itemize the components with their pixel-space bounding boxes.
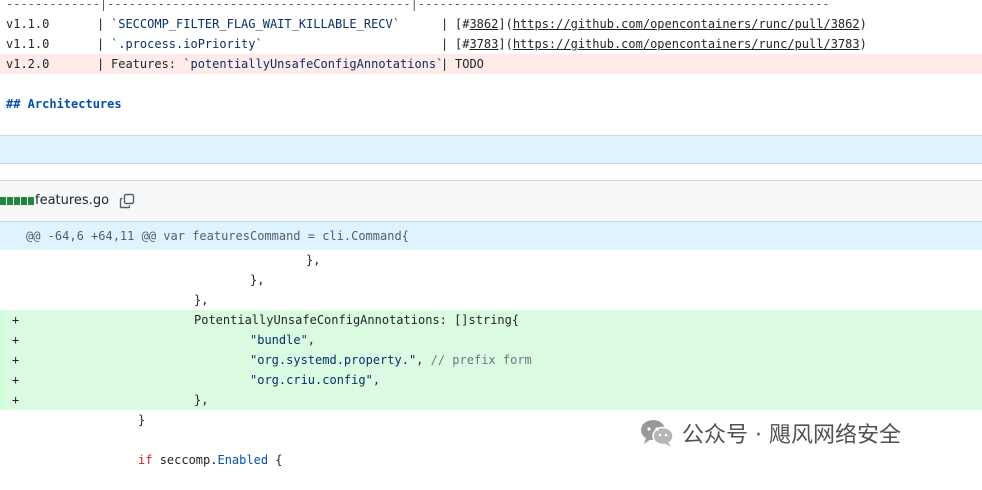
expand-context-row[interactable] [0, 135, 982, 164]
todo-cell: TODO [455, 57, 484, 71]
feature-cell: `.process.ioPriority` [111, 37, 263, 51]
reference-cell: [#3862](https://github.com/opencontainer… [455, 17, 867, 31]
version-cell: v1.1.0 [6, 17, 50, 31]
code-string: "bundle", [250, 333, 316, 347]
table-row: v1.1.0 | `.process.ioPriority` | [#3783]… [0, 34, 982, 54]
feature-cell: `SECCOMP_FILTER_FLAG_WAIT_KILLABLE_RECV` [111, 17, 400, 31]
diffstat-block [14, 197, 20, 205]
code-line-added: + "bundle", [0, 330, 982, 350]
version-cell: v1.1.0 [6, 37, 50, 51]
code-text: } [138, 413, 146, 427]
plus-marker: + [12, 333, 20, 347]
code-text: }, [250, 273, 265, 287]
code-text: }, [194, 293, 209, 307]
code-comment: // prefix form [430, 353, 532, 367]
code-string: "org.criu.config", [250, 373, 381, 387]
wechat-icon [641, 420, 674, 447]
separator-text: -------------|--------------------------… [6, 0, 830, 11]
code-line-added: + "org.criu.config", [0, 370, 982, 390]
diffstat-block [21, 197, 27, 205]
architectures-heading: ## Architectures [6, 97, 122, 111]
diffstat-block [0, 197, 6, 205]
code-string: "org.systemd.property.", [250, 353, 424, 367]
diffstat-block [28, 197, 34, 205]
diffstat-bar [0, 197, 34, 205]
code-line-context: }, [0, 290, 982, 310]
code-line-added: + "org.systemd.property.", // prefix for… [0, 350, 982, 370]
code-text: PotentiallyUnsafeConfigAnnotations: []st… [194, 313, 520, 327]
version-cell: v1.2.0 [6, 57, 50, 71]
pipe: | [441, 57, 449, 71]
table-row-removed: v1.2.0 | Features: `potentiallyUnsafeCon… [0, 54, 982, 74]
code-line-context: }, [0, 270, 982, 290]
markdown-heading-line: ## Architectures [0, 94, 982, 114]
pipe: | [441, 37, 449, 51]
pipe: | [97, 37, 105, 51]
watermark: 公众号 · 飓风网络安全 [640, 418, 901, 448]
code-line-context: if seccomp.Enabled { [0, 450, 982, 470]
hunk-header[interactable]: @@ -64,6 +64,11 @@ var featuresCommand =… [0, 222, 982, 250]
feature-cell: Features: `potentiallyUnsafeConfigAnnota… [111, 57, 444, 71]
pipe: | [97, 17, 105, 31]
code-text: }, [306, 253, 321, 267]
code-text: if seccomp.Enabled { [138, 453, 283, 467]
plus-marker: + [12, 393, 20, 407]
pr-number-link[interactable]: 3783 [469, 37, 498, 51]
plus-marker: + [12, 313, 20, 327]
pipe: | [441, 17, 449, 31]
file-header: features.go [0, 180, 982, 222]
reference-cell: [#3783](https://github.com/opencontainer… [455, 37, 867, 51]
pr-url-link[interactable]: https://github.com/opencontainers/runc/p… [513, 37, 860, 51]
pr-url-link[interactable]: https://github.com/opencontainers/runc/p… [513, 17, 860, 31]
code-text: }, [194, 393, 209, 407]
watermark-text: 公众号 · 飓风网络安全 [682, 423, 901, 448]
plus-marker: + [12, 353, 20, 367]
code-text: "org.systemd.property.", // prefix form [250, 350, 532, 370]
pr-number-link[interactable]: 3862 [469, 17, 498, 31]
hunk-header-text: @@ -64,6 +64,11 @@ var featuresCommand =… [26, 229, 409, 243]
code-keyword: if [138, 453, 153, 467]
code-line-context: }, [0, 250, 982, 270]
file-name-link[interactable]: features.go [35, 193, 109, 208]
plus-marker: + [12, 373, 20, 387]
copy-icon[interactable] [119, 193, 135, 209]
code-line-added: + }, [0, 390, 982, 410]
table-row: v1.1.0 | `SECCOMP_FILTER_FLAG_WAIT_KILLA… [0, 14, 982, 34]
code-line-added: + PotentiallyUnsafeConfigAnnotations: []… [0, 310, 982, 330]
diffstat-block [7, 197, 13, 205]
pipe: | [97, 57, 105, 71]
table-separator-row: -------------|--------------------------… [0, 0, 982, 14]
